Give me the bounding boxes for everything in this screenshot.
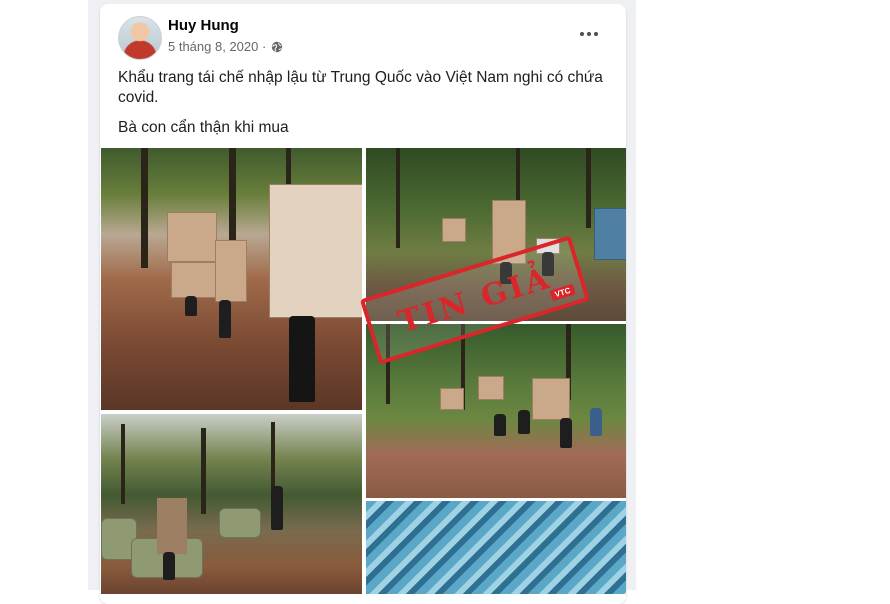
facebook-post-card: Huy Hung 5 tháng 8, 2020 · Khẩu trang tá… [100,4,626,604]
post-text-line-1: Khẩu trang tái chế nhập lậu từ Trung Quố… [118,69,603,106]
more-options-icon[interactable] [574,24,604,44]
photo-porters-sacks-4[interactable] [101,414,362,594]
photo-porters-path-1[interactable] [101,148,362,410]
post-date[interactable]: 5 tháng 8, 2020 · [168,39,266,54]
author-avatar[interactable] [118,16,162,60]
author-name[interactable]: Huy Hung [168,17,239,34]
post-text: Khẩu trang tái chế nhập lậu từ Trung Quố… [118,68,613,148]
post-text-line-2: Bà con cẩn thận khi mua [118,119,289,136]
globe-icon [272,41,283,52]
post-meta: 5 tháng 8, 2020 · [168,39,283,54]
photo-blue-masks-5[interactable] [366,501,626,594]
